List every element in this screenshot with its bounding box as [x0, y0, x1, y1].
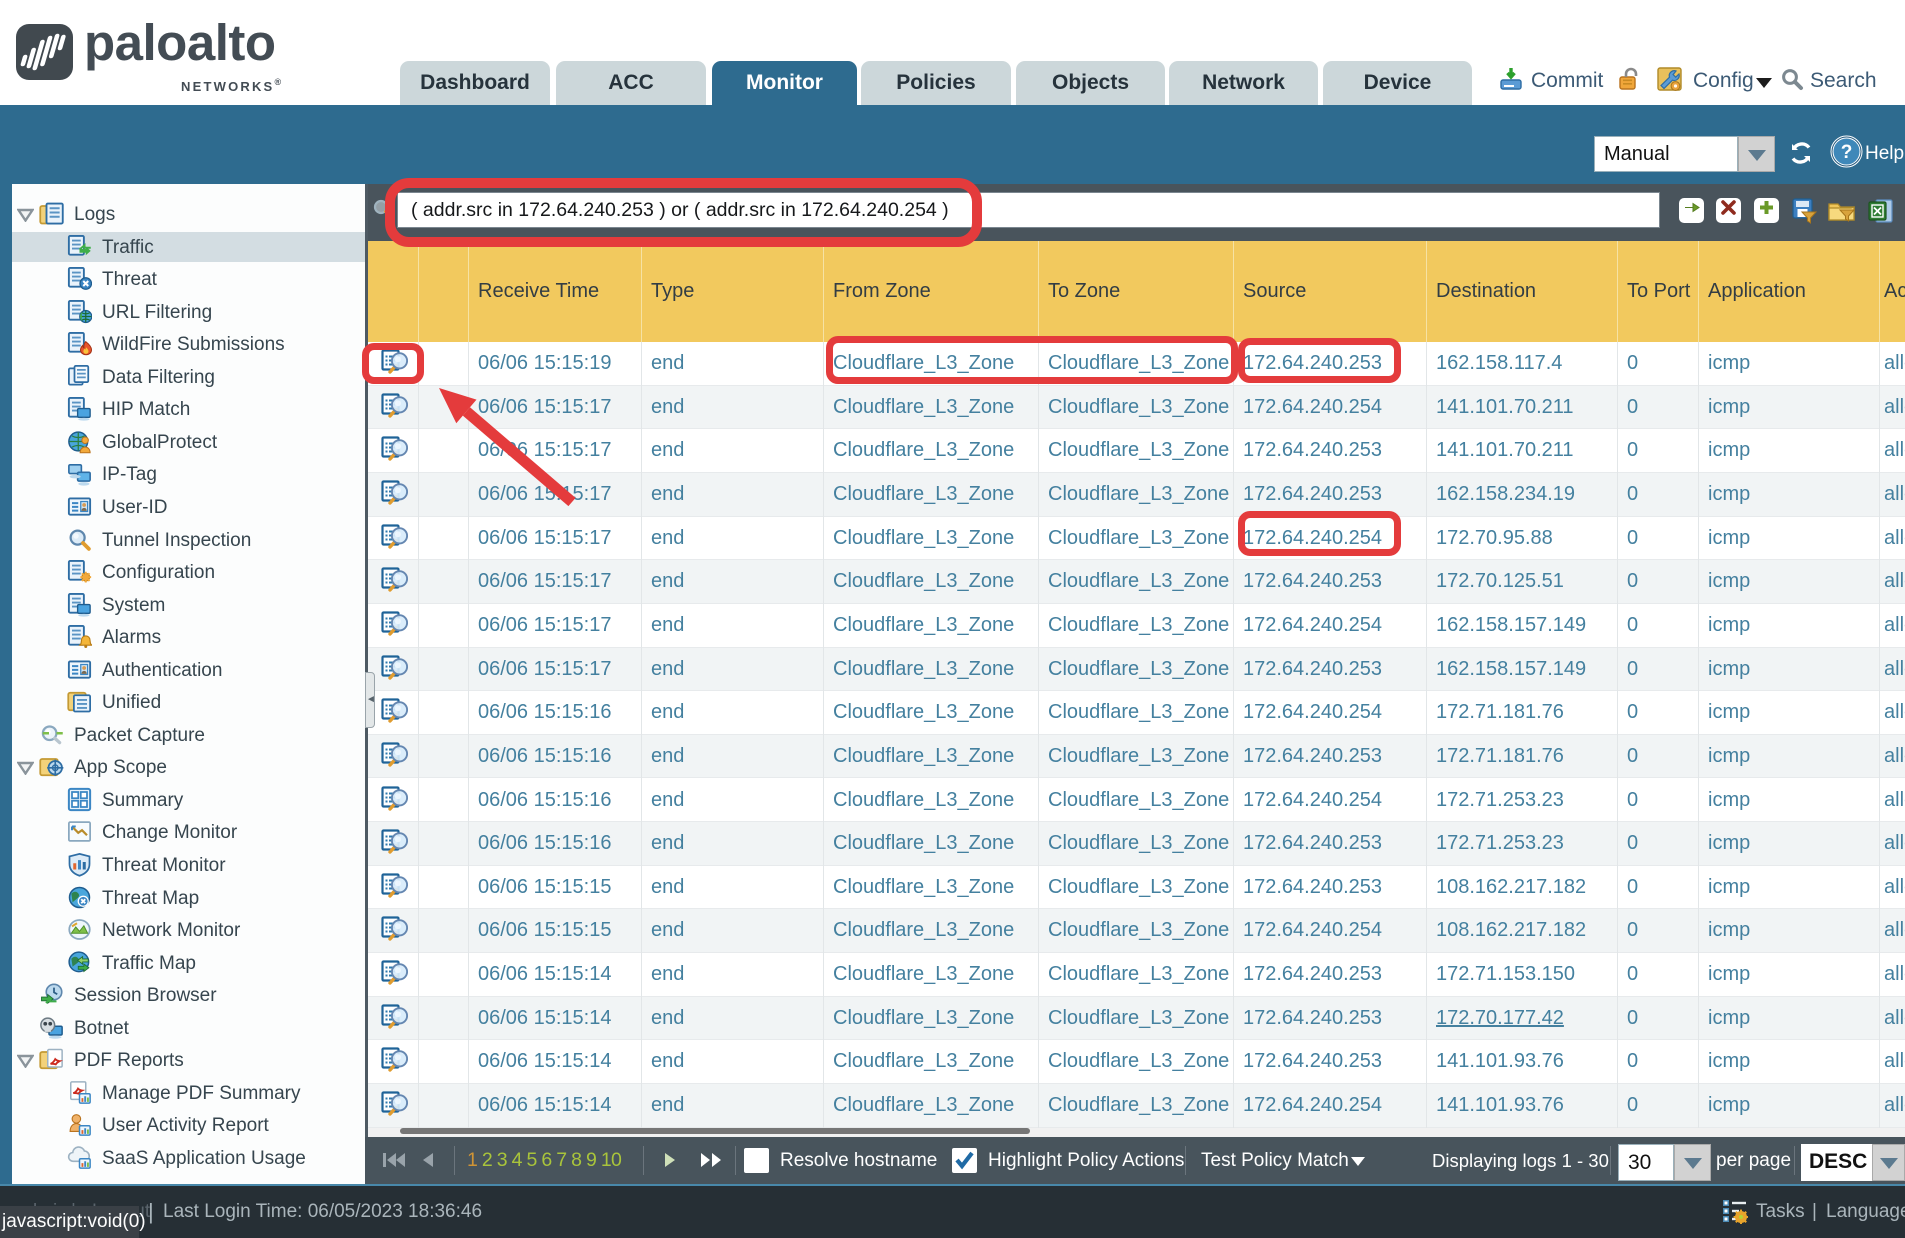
svg-text:?: ? [1841, 142, 1853, 163]
